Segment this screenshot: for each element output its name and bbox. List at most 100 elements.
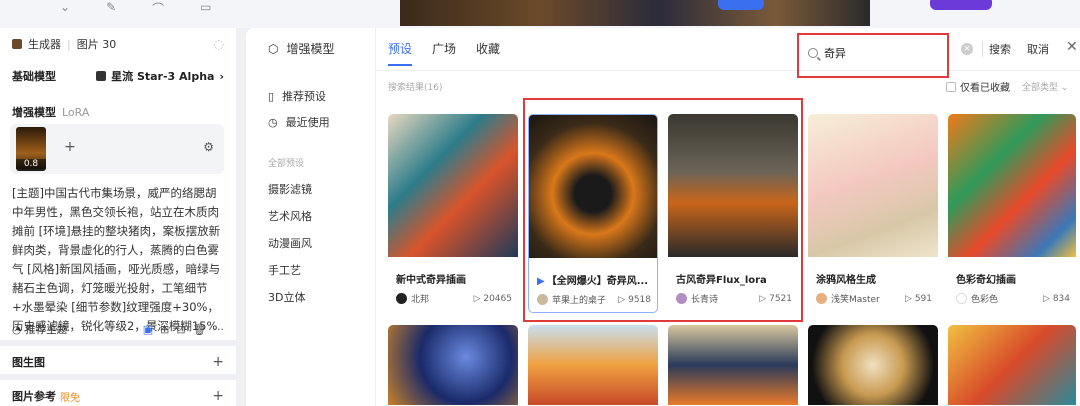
- section-divider: [0, 340, 236, 346]
- use-count-value: 20465: [483, 293, 512, 304]
- highlight-box-search: [797, 33, 949, 78]
- image-reference-row[interactable]: 图片参考 限免 +: [12, 388, 224, 404]
- base-model-selector[interactable]: 星流 Star-3 Alpha ›: [96, 68, 224, 84]
- card-thumbnail: [388, 114, 518, 257]
- more-icon[interactable]: ···: [214, 323, 225, 336]
- enhance-model-row: 增强模型 LoRA: [12, 104, 224, 120]
- search-button[interactable]: 搜索: [982, 41, 1011, 57]
- model-card-thumbnail[interactable]: [528, 325, 658, 405]
- model-card[interactable]: 涂鸦风格生成 浅笑Master ▷ 591: [808, 114, 938, 313]
- card-use-count: ▷ 20465: [473, 293, 512, 304]
- avatar: [956, 293, 967, 304]
- add-lora-button[interactable]: +: [60, 139, 80, 159]
- header-upgrade-pill[interactable]: [930, 0, 992, 10]
- type-filter-label: 全部类型: [1022, 83, 1059, 93]
- sidebar-item-recent[interactable]: ◷ 最近使用: [268, 114, 330, 130]
- type-filter-dropdown[interactable]: 全部类型 ⌄: [1022, 80, 1068, 93]
- lora-thumbnail[interactable]: 0.8: [16, 127, 46, 171]
- use-count-value: 591: [914, 293, 932, 304]
- add-icon[interactable]: +: [212, 354, 224, 370]
- expand-icon[interactable]: ⊡: [176, 323, 185, 336]
- avatar: [816, 293, 827, 304]
- tab-presets[interactable]: 预设: [388, 40, 413, 66]
- model-card-thumbnail[interactable]: [388, 325, 518, 405]
- base-model-label: 基础模型: [12, 70, 56, 83]
- checkbox[interactable]: [946, 81, 956, 92]
- sidebar-category[interactable]: 手工艺: [268, 262, 301, 278]
- image-gen-label: 图生图: [12, 356, 45, 369]
- dialog-title: ⬡ 增强模型: [268, 40, 335, 57]
- chevron-right-icon: ›: [219, 69, 224, 83]
- model-card-thumbnail[interactable]: [808, 325, 938, 405]
- cancel-button[interactable]: 取消: [1027, 41, 1049, 57]
- card-use-count: ▷ 591: [905, 293, 932, 304]
- use-count-value: 834: [1052, 293, 1070, 304]
- card-thumbnail: [808, 114, 938, 257]
- toolbar-icon[interactable]: ✎: [106, 0, 116, 17]
- card-author: 北邦: [411, 295, 430, 305]
- generator-panel: 生成器 | 图片 30 ◌ 基础模型 星流 Star-3 Alpha › 增强模…: [0, 28, 236, 406]
- generator-icon: [12, 39, 22, 49]
- sidebar-category[interactable]: 动漫画风: [268, 235, 312, 251]
- section-divider: [0, 374, 236, 380]
- clock-icon: ◷: [268, 115, 278, 129]
- tab-favorites[interactable]: 收藏: [476, 40, 500, 66]
- bulb-icon: ◔: [12, 323, 22, 336]
- card-meta: 北邦 ▷ 20465: [396, 292, 512, 305]
- image-ref-label: 图片参考: [12, 390, 56, 403]
- card-title: 色彩奇幻插画: [956, 275, 1016, 286]
- card-author: 色彩色: [971, 295, 999, 305]
- toolbar-icon[interactable]: ▭: [200, 0, 211, 17]
- prompt-text[interactable]: [主题]中国古代市集场景，威严的络腮胡中年男性，黑色交领长袍，站立在木质肉摊前 …: [12, 184, 226, 336]
- sidebar-item-label: 推荐预设: [282, 90, 327, 103]
- image-to-image-row[interactable]: 图生图 +: [12, 354, 224, 370]
- toolbar-icon[interactable]: ⌒: [152, 0, 164, 17]
- lora-selection-box: 0.8 + ⚙: [10, 124, 224, 174]
- sidebar-category[interactable]: 艺术风格: [268, 208, 312, 224]
- card-author: 浅笑Master: [831, 295, 880, 305]
- tab-square[interactable]: 广场: [432, 40, 456, 66]
- top-header-strip: ⌄ ✎ ⌒ ▭: [0, 0, 1080, 28]
- only-favorites-label: 仅看已收藏: [960, 83, 1010, 94]
- sidebar-category[interactable]: 3D立体: [268, 289, 305, 305]
- model-card-thumbnail[interactable]: [948, 325, 1076, 405]
- avatar: [396, 293, 407, 304]
- edit-icon[interactable]: ▣: [143, 323, 153, 336]
- base-model-value: 星流 Star-3 Alpha: [111, 70, 215, 83]
- model-card-thumbnail[interactable]: [668, 325, 798, 405]
- cube-icon: ⬡: [268, 41, 279, 56]
- header-action-pill[interactable]: [718, 0, 764, 10]
- card-title: 涂鸦风格生成: [816, 275, 876, 286]
- add-icon[interactable]: +: [212, 388, 224, 404]
- grid-icon[interactable]: ⊞: [160, 323, 169, 336]
- header-toolbar-icons: ⌄ ✎ ⌒ ▭: [60, 0, 211, 17]
- card-thumbnail: [948, 114, 1076, 257]
- sidebar-item-recommended[interactable]: ▯ 推荐预设: [268, 88, 326, 104]
- enhance-model-sub: LoRA: [62, 105, 90, 119]
- model-card[interactable]: 新中式奇异插画 北邦 ▷ 20465: [388, 114, 518, 313]
- model-card[interactable]: 色彩奇幻插画 色彩色 ▷ 834: [948, 114, 1076, 313]
- card-meta: 色彩色 ▷ 834: [956, 292, 1070, 305]
- clear-icon[interactable]: ×: [961, 43, 973, 55]
- free-badge: 限免: [60, 392, 80, 404]
- tune-icon[interactable]: ⚙: [203, 140, 214, 154]
- lora-weight: 0.8: [16, 159, 46, 169]
- trash-icon[interactable]: 🗑: [193, 323, 207, 336]
- card-meta: 浅笑Master ▷ 591: [816, 292, 932, 305]
- only-favorites-toggle[interactable]: 仅看已收藏: [946, 79, 1010, 94]
- card-use-count: ▷ 834: [1043, 293, 1070, 304]
- refresh-icon[interactable]: ◌: [214, 37, 224, 51]
- sidebar-category[interactable]: 摄影滤镜: [268, 181, 312, 197]
- recommend-theme-button[interactable]: 推荐主题: [25, 322, 67, 337]
- header-divider: [376, 70, 1080, 71]
- toolbar-icon[interactable]: ⌄: [60, 0, 70, 17]
- enhance-model-dialog: ⬡ 增强模型 ▯ 推荐预设 ◷ 最近使用 全部预设 摄影滤镜 艺术风格 动漫画风…: [246, 28, 1080, 406]
- generator-header: 生成器 | 图片 30 ◌: [12, 36, 224, 52]
- dialog-title-text: 增强模型: [286, 42, 335, 56]
- prompt-tools: ▣ ⊞ ⊡ 🗑 ···: [143, 323, 224, 336]
- close-icon[interactable]: ✕: [1066, 39, 1078, 55]
- model-logo-icon: [96, 71, 107, 81]
- header-banner-image: [400, 0, 870, 26]
- base-model-row[interactable]: 基础模型 星流 Star-3 Alpha ›: [12, 68, 224, 84]
- dialog-sidebar: ⬡ 增强模型 ▯ 推荐预设 ◷ 最近使用 全部预设 摄影滤镜 艺术风格 动漫画风…: [246, 28, 376, 406]
